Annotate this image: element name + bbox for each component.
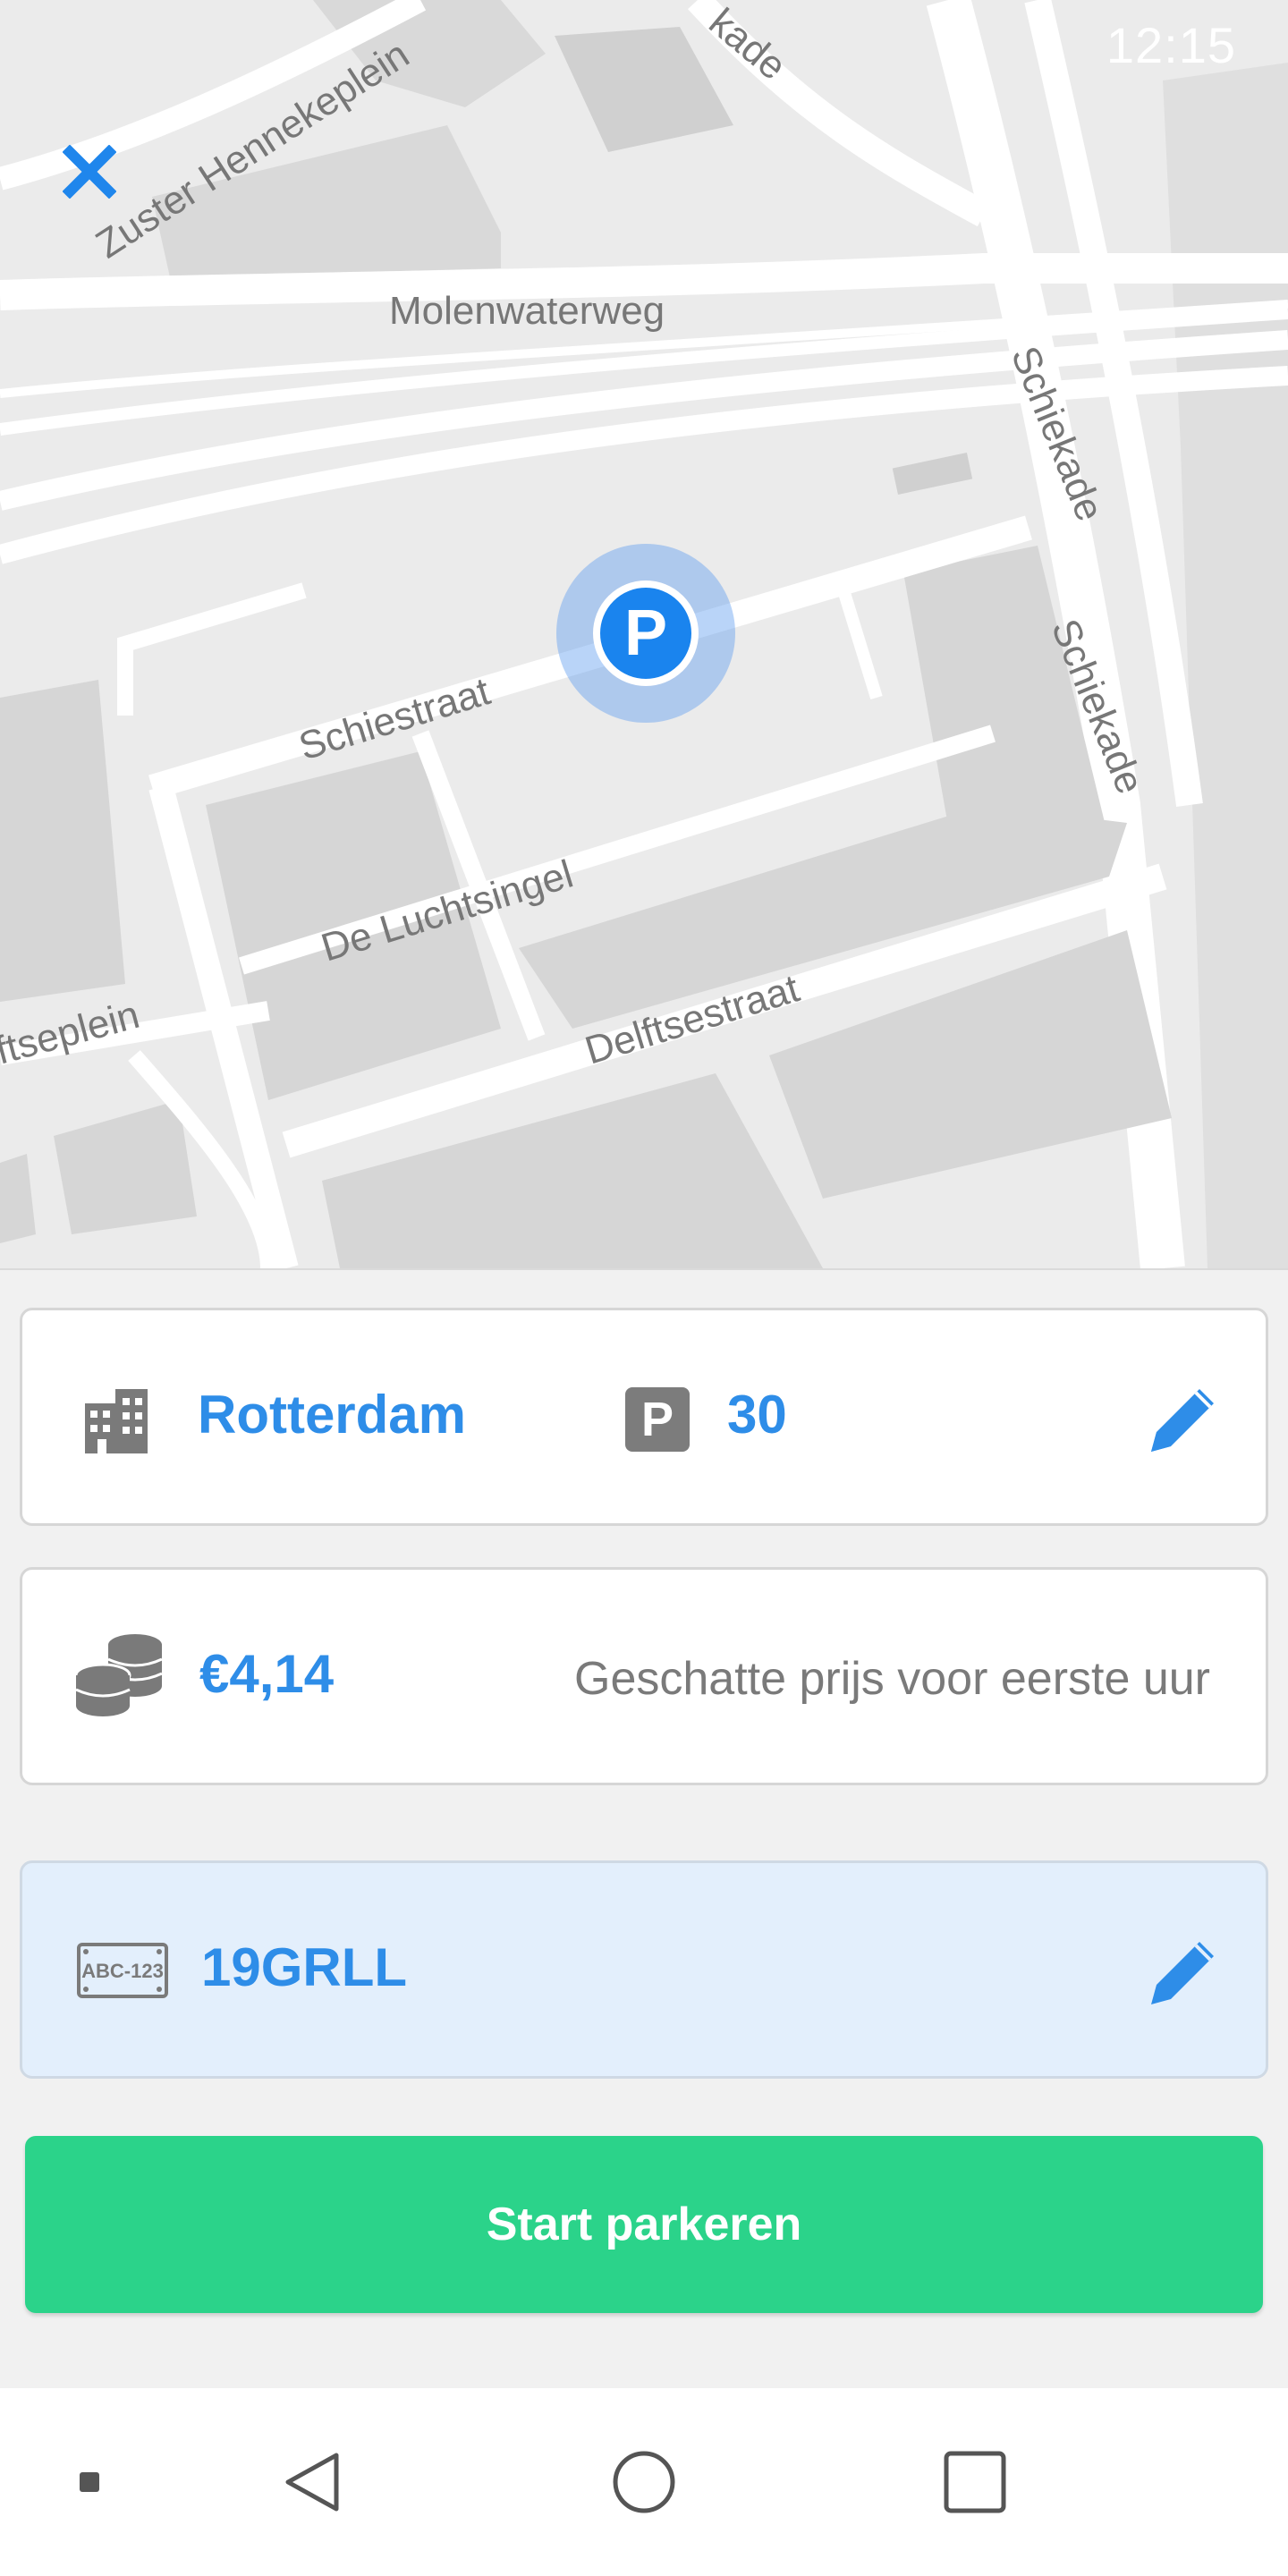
pencil-icon <box>1151 1942 1214 2004</box>
edit-location-button[interactable] <box>1139 1375 1228 1464</box>
zone-number: 30 <box>727 1385 787 1445</box>
license-plate-icon: ABC-123 <box>77 1943 168 1998</box>
map-view[interactable]: Zuster Hennekeplein kade Molenwaterweg S… <box>0 0 1288 1268</box>
street-label: Molenwaterweg <box>389 289 665 333</box>
estimated-price: €4,14 <box>199 1644 335 1704</box>
start-parking-button[interactable]: Start parkeren <box>25 2136 1263 2313</box>
home-button[interactable] <box>590 2388 698 2576</box>
parking-details-panel: Rotterdam P 30 €4,14 Geschatte prijs voo… <box>0 1268 1288 2388</box>
location-card: Rotterdam P 30 <box>20 1308 1268 1526</box>
recents-square-icon <box>944 2451 1006 2513</box>
parking-pin-label: P <box>593 580 699 686</box>
close-icon <box>63 145 116 199</box>
nav-dot-button[interactable] <box>54 2388 125 2576</box>
recent-apps-button[interactable] <box>921 2388 1029 2576</box>
license-plate-number: 19GRLL <box>201 1937 408 1997</box>
price-card: €4,14 Geschatte prijs voor eerste uur <box>20 1567 1268 1785</box>
city-name: Rotterdam <box>198 1385 467 1445</box>
system-navigation-bar <box>0 2388 1288 2576</box>
edit-vehicle-button[interactable] <box>1139 1928 1228 2017</box>
pencil-icon <box>1151 1389 1214 1452</box>
license-plate-icon-text: ABC-123 <box>81 1960 164 1982</box>
status-time: 12:15 <box>1106 17 1236 73</box>
back-button[interactable] <box>259 2388 367 2576</box>
parking-location-pin[interactable]: P <box>556 544 735 723</box>
price-description: Geschatte prijs voor eerste uur <box>574 1653 1210 1705</box>
city-buildings-icon <box>85 1389 148 1453</box>
vehicle-card: ABC-123 19GRLL <box>20 1860 1268 2079</box>
coins-icon <box>74 1634 163 1716</box>
close-button[interactable] <box>63 145 140 222</box>
back-triangle-icon <box>285 2453 339 2512</box>
home-circle-icon <box>613 2451 675 2513</box>
square-dot-icon <box>80 2472 99 2492</box>
parking-zone-icon: P <box>625 1387 690 1452</box>
